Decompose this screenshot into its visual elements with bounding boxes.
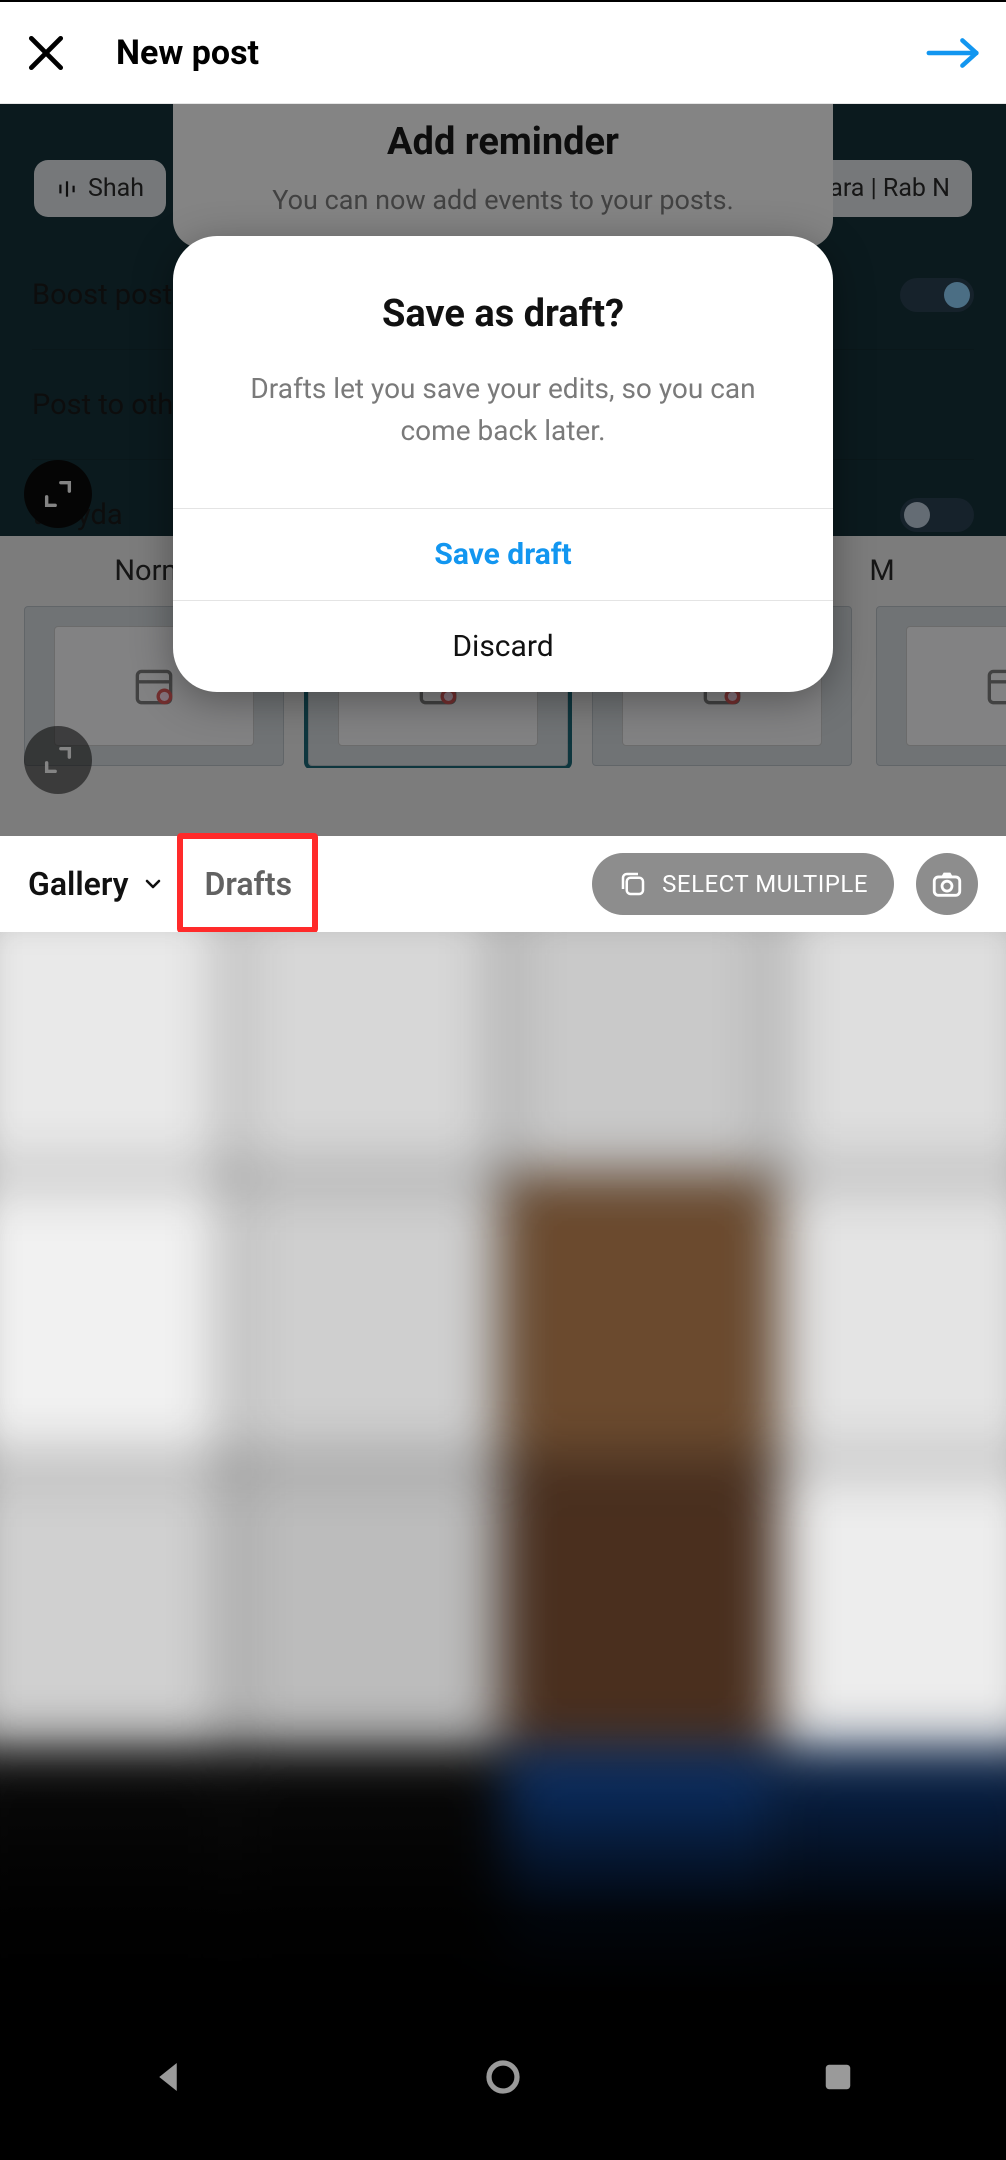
source-label: Gallery: [28, 865, 129, 903]
stack-icon: [618, 869, 648, 899]
nav-recent-icon[interactable]: [816, 2055, 860, 2099]
source-select[interactable]: Gallery: [28, 865, 165, 903]
nav-home-icon[interactable]: [481, 2055, 525, 2099]
select-multiple-button[interactable]: SELECT MULTIPLE: [592, 853, 894, 915]
nav-back-icon[interactable]: [146, 2055, 190, 2099]
modal-desc: Drafts let you save your edits, so you c…: [221, 368, 785, 452]
chevron-down-icon: [141, 872, 165, 896]
page-title: New post: [116, 33, 259, 73]
close-icon[interactable]: [24, 31, 68, 75]
save-draft-modal: Save as draft? Drafts let you save your …: [173, 236, 833, 692]
save-draft-button[interactable]: Save draft: [173, 508, 833, 600]
gallery-grid[interactable]: [0, 932, 1006, 1994]
select-multiple-label: SELECT MULTIPLE: [662, 870, 868, 898]
camera-icon: [930, 867, 964, 901]
drafts-tab[interactable]: Drafts: [187, 857, 311, 911]
camera-button[interactable]: [916, 853, 978, 915]
picker-bar: Gallery Drafts SELECT MULTIPLE: [0, 836, 1006, 932]
system-navbar: [0, 1994, 1006, 2160]
modal-title: Save as draft?: [221, 292, 785, 336]
next-arrow-icon[interactable]: [926, 31, 982, 75]
appbar: New post: [0, 0, 1006, 104]
discard-button[interactable]: Discard: [173, 600, 833, 692]
